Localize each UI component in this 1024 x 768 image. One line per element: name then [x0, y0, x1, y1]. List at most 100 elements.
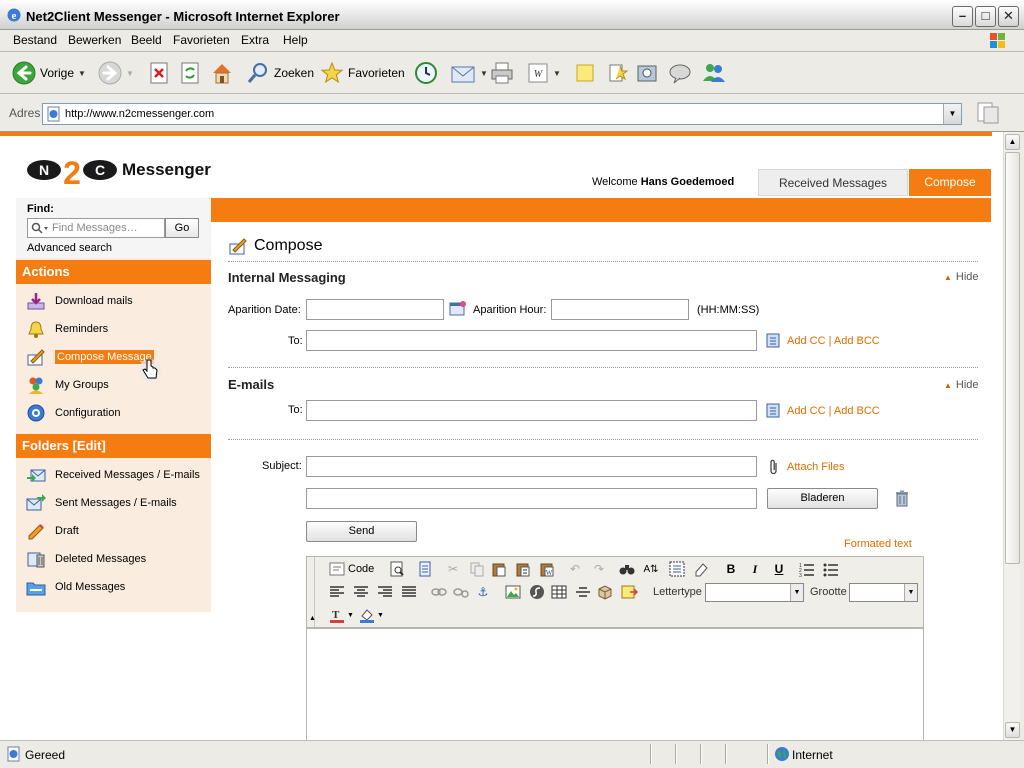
- collapse-toolbar-icon[interactable]: ▲: [309, 615, 316, 622]
- smiley-button[interactable]: [595, 582, 615, 602]
- attachment-file-field[interactable]: [306, 488, 757, 509]
- sidebar-item-reminders[interactable]: Reminders: [26, 319, 108, 339]
- maximize-button[interactable]: □: [975, 6, 996, 27]
- copy-button[interactable]: [467, 559, 487, 579]
- formatted-text-toggle[interactable]: Formated text: [844, 538, 912, 550]
- refresh-button[interactable]: [179, 59, 201, 87]
- print-button[interactable]: [490, 59, 514, 87]
- link-button[interactable]: [429, 582, 449, 602]
- research-button[interactable]: [606, 59, 628, 87]
- bold-button[interactable]: B: [721, 559, 741, 579]
- menu-beeld[interactable]: Beeld: [131, 33, 162, 47]
- anchor-button[interactable]: ⚓: [473, 582, 493, 602]
- underline-button[interactable]: U: [769, 559, 789, 579]
- forward-button[interactable]: ▼: [98, 59, 134, 87]
- internal-add-cc-bcc-link[interactable]: Add CC | Add BCC: [787, 335, 880, 347]
- mail-dropdown-icon[interactable]: ▼: [480, 69, 488, 78]
- advanced-search-link[interactable]: Advanced search: [27, 242, 112, 254]
- aparition-date-field[interactable]: [306, 299, 444, 320]
- scroll-down-icon[interactable]: ▼: [1005, 722, 1020, 738]
- undo-button[interactable]: ↶: [565, 559, 585, 579]
- menu-favorieten[interactable]: Favorieten: [173, 33, 230, 47]
- bulleted-list-button[interactable]: [821, 559, 841, 579]
- paste-text-button[interactable]: [513, 559, 533, 579]
- tab-received-messages[interactable]: Received Messages: [758, 169, 908, 196]
- tab-compose[interactable]: Compose: [909, 169, 991, 196]
- stop-button[interactable]: [148, 59, 170, 87]
- sidebar-item-compose-message[interactable]: Compose Message: [26, 347, 154, 367]
- unlink-button[interactable]: [451, 582, 471, 602]
- home-button[interactable]: [210, 59, 234, 87]
- send-button[interactable]: Send: [306, 521, 417, 542]
- font-select[interactable]: ▼: [705, 583, 804, 602]
- messenger-button[interactable]: [702, 59, 726, 87]
- aparition-hour-field[interactable]: [551, 299, 689, 320]
- messenger-chat-button[interactable]: [668, 59, 692, 87]
- internal-to-field[interactable]: [306, 330, 757, 351]
- menu-help[interactable]: Help: [283, 33, 308, 47]
- edit-dropdown-icon[interactable]: ▼: [553, 69, 561, 78]
- scroll-up-icon[interactable]: ▲: [1005, 134, 1020, 150]
- scroll-thumb[interactable]: [1005, 152, 1020, 564]
- subject-field[interactable]: [306, 456, 757, 477]
- close-button[interactable]: ✕: [998, 6, 1019, 27]
- go-button[interactable]: Go: [165, 218, 199, 238]
- back-dropdown-icon[interactable]: ▼: [78, 69, 86, 78]
- back-button[interactable]: Vorige ▼: [12, 59, 86, 87]
- text-color-button[interactable]: T ▼: [329, 605, 354, 625]
- special-char-button[interactable]: [619, 582, 639, 602]
- cut-button[interactable]: ✂: [443, 559, 463, 579]
- address-input[interactable]: http://www.n2cmessenger.com ▼: [42, 103, 962, 125]
- edit-word-button[interactable]: W ▼: [527, 59, 561, 87]
- table-button[interactable]: [549, 582, 569, 602]
- align-center-button[interactable]: [351, 582, 371, 602]
- align-right-button[interactable]: [375, 582, 395, 602]
- remove-format-button[interactable]: [691, 559, 711, 579]
- search-messages-input[interactable]: Find Messages…: [27, 218, 165, 238]
- paste-button[interactable]: [489, 559, 509, 579]
- redo-button[interactable]: ↷: [589, 559, 609, 579]
- replace-button[interactable]: A⇅: [641, 559, 661, 579]
- menu-bestand[interactable]: Bestand: [13, 33, 57, 47]
- favorites-button[interactable]: Favorieten: [320, 59, 405, 87]
- paste-word-button[interactable]: W: [537, 559, 557, 579]
- media-button[interactable]: [636, 59, 658, 87]
- find-button[interactable]: [617, 559, 637, 579]
- folders-header[interactable]: Folders [Edit]: [16, 434, 211, 458]
- preview-button[interactable]: [387, 559, 407, 579]
- minimize-button[interactable]: –: [952, 6, 973, 27]
- select-all-button[interactable]: [667, 559, 687, 579]
- vertical-scrollbar[interactable]: ▲ ▼: [1003, 132, 1020, 740]
- search-button[interactable]: Zoeken: [246, 59, 314, 87]
- go-page-icon[interactable]: [975, 100, 1001, 126]
- source-code-button[interactable]: Code: [329, 559, 374, 579]
- address-book-icon[interactable]: [766, 333, 780, 348]
- justify-button[interactable]: [399, 582, 419, 602]
- sidebar-item-received-messages[interactable]: Received Messages / E-mails: [26, 465, 200, 485]
- discuss-button[interactable]: [574, 59, 596, 87]
- emails-add-cc-bcc-link[interactable]: Add CC | Add BCC: [787, 405, 880, 417]
- address-dropdown-icon[interactable]: ▼: [943, 104, 961, 124]
- emails-hide-toggle[interactable]: ▲ Hide: [944, 379, 979, 391]
- trash-icon[interactable]: [894, 490, 910, 507]
- attach-files-link[interactable]: Attach Files: [787, 461, 844, 473]
- italic-button[interactable]: I: [745, 559, 765, 579]
- sidebar-item-download-mails[interactable]: Download mails: [26, 291, 133, 311]
- address-book-icon[interactable]: [766, 403, 780, 418]
- horizontal-rule-button[interactable]: [573, 582, 593, 602]
- emails-to-field[interactable]: [306, 400, 757, 421]
- sidebar-item-my-groups[interactable]: My Groups: [26, 375, 109, 395]
- history-button[interactable]: [414, 59, 438, 87]
- size-select[interactable]: ▼: [849, 583, 918, 602]
- numbered-list-button[interactable]: 123: [797, 559, 817, 579]
- image-button[interactable]: [503, 582, 523, 602]
- forward-dropdown-icon[interactable]: ▼: [126, 69, 134, 78]
- calendar-icon[interactable]: [449, 300, 467, 316]
- align-left-button[interactable]: [327, 582, 347, 602]
- mail-button[interactable]: ▼: [450, 59, 488, 87]
- internal-hide-toggle[interactable]: ▲ Hide: [944, 271, 979, 283]
- sidebar-item-draft[interactable]: Draft: [26, 521, 79, 541]
- menu-extra[interactable]: Extra: [241, 33, 269, 47]
- bg-color-button[interactable]: ▼: [359, 605, 384, 625]
- sidebar-item-sent-messages[interactable]: Sent Messages / E-mails: [26, 493, 177, 513]
